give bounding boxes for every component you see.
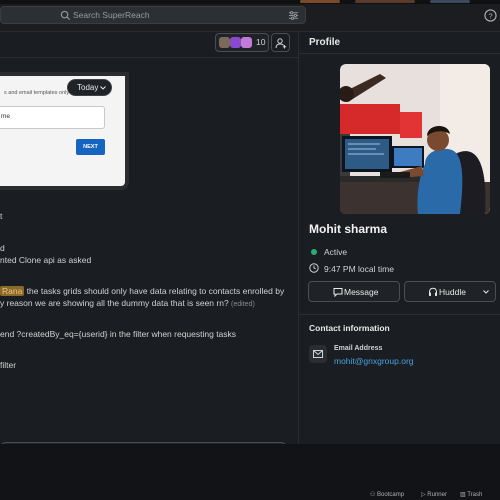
screenshot-input: me — [0, 106, 105, 129]
status-bar-item-bootcamp[interactable]: ⚇ Bootcamp — [370, 491, 404, 498]
email-icon-box — [309, 345, 327, 363]
conversation-header: 10 — [0, 32, 298, 58]
message-text: the tasks grids should only have data re… — [24, 286, 285, 296]
message-line: y reason we are showing all the dummy da… — [0, 297, 255, 311]
email-link[interactable]: mohit@gnxgroup.org — [334, 356, 414, 366]
message-list: s and email templates only and me NEXT T… — [0, 59, 298, 444]
headphones-icon — [429, 287, 437, 296]
help-icon[interactable]: ? — [484, 9, 497, 22]
huddle-button-label: Huddle — [439, 287, 466, 297]
message-bubble-icon — [333, 288, 343, 297]
user-mention[interactable]: Rana — [0, 286, 25, 296]
email-label: Email Address — [334, 345, 383, 352]
avatar — [230, 37, 241, 48]
profile-local-time: 9:47 PM local time — [324, 264, 394, 274]
status-bar-label: Trash — [467, 492, 483, 498]
screenshot-next-button: NEXT — [76, 139, 105, 155]
profile-photo[interactable] — [340, 64, 490, 214]
message-button[interactable]: Message — [308, 281, 400, 302]
window-strip-segment — [300, 0, 340, 3]
add-person-icon — [275, 38, 287, 49]
window-strip-segment — [355, 0, 415, 3]
svg-text:?: ? — [488, 11, 492, 20]
profile-name: Mohit sharma — [309, 222, 388, 236]
edited-label: (edited) — [231, 301, 255, 308]
message-line: d — [0, 243, 5, 253]
chevron-down-icon — [100, 86, 106, 90]
status-bar-item-runner[interactable]: ▷ Runner — [421, 491, 447, 498]
message-button-label: Message — [344, 287, 379, 297]
search-icon — [60, 10, 71, 21]
clock-icon — [309, 263, 319, 273]
contact-info-title: Contact information — [309, 323, 390, 333]
date-divider-label: Today — [77, 83, 99, 92]
window-strip — [0, 0, 500, 4]
profile-title: Profile — [309, 37, 341, 48]
message-text: y reason we are showing all the dummy da… — [0, 298, 232, 308]
message-line: Rana the tasks grids should only have da… — [0, 285, 284, 297]
active-status-dot — [311, 249, 317, 255]
message-line: t — [0, 211, 3, 221]
chevron-down-icon[interactable] — [483, 290, 489, 294]
avatar — [219, 37, 230, 48]
bootcamp-icon: ⚇ — [370, 492, 378, 498]
status-bar: ⚇ Bootcamp ▷ Runner ▥ Trash — [0, 490, 500, 500]
profile-panel: Profile Mohit sharma Active 9:47 PM loca… — [299, 32, 500, 444]
huddle-button[interactable]: Huddle — [404, 281, 496, 302]
section-divider — [299, 314, 500, 315]
profile-header: Profile — [299, 32, 500, 54]
top-bar: Search SuperReach ? — [0, 0, 500, 32]
message-line: filter — [0, 360, 17, 370]
filter-icon[interactable] — [288, 10, 299, 21]
window-strip-segment — [430, 0, 470, 3]
screenshot-input-value: me — [1, 113, 11, 120]
mail-icon — [313, 350, 323, 358]
member-count: 10 — [256, 37, 266, 47]
profile-status: Active — [324, 247, 348, 257]
date-divider-button[interactable]: Today — [67, 79, 112, 96]
search-placeholder: Search SuperReach — [73, 10, 150, 20]
avatar — [241, 37, 252, 48]
message-line: end ?createdBy_eq={userid} in the filter… — [0, 329, 237, 339]
status-bar-item-trash[interactable]: ▥ Trash — [460, 491, 482, 498]
status-bar-label: Bootcamp — [377, 492, 405, 498]
status-bar-label: Runner — [427, 492, 447, 498]
message-line: nted Clone api as asked — [0, 255, 92, 265]
search-input[interactable]: Search SuperReach — [0, 6, 306, 24]
add-people-button[interactable] — [271, 33, 290, 52]
members-button[interactable]: 10 — [215, 33, 269, 52]
